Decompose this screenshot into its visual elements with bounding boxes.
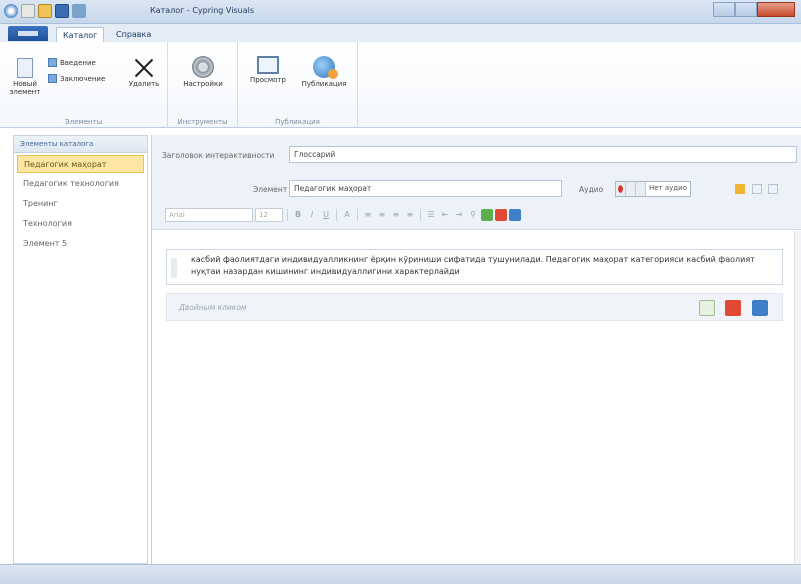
audio-settings-icon[interactable]: [768, 184, 778, 194]
content-editor: касбий фаолиятдаги индивидуалликнинг ёрқ…: [152, 231, 795, 564]
new-element-button[interactable]: Новый элемент: [8, 58, 42, 96]
save-icon[interactable]: [55, 4, 69, 18]
outdent-icon[interactable]: ⇤: [439, 209, 451, 221]
group-label-tools: Инструменты: [177, 118, 228, 126]
bullet-list-icon[interactable]: ☰: [425, 209, 437, 221]
element-label: Элемент: [253, 185, 288, 194]
audio-status: Нет аудио: [646, 182, 690, 196]
underline-icon[interactable]: U: [320, 209, 332, 221]
italic-icon[interactable]: I: [306, 209, 318, 221]
tab-catalog[interactable]: Каталог: [56, 27, 105, 42]
audio-list-icon[interactable]: [752, 184, 762, 194]
indent-icon[interactable]: ⇥: [453, 209, 465, 221]
paragraph-text[interactable]: касбий фаолиятдаги индивидуалликнинг ёрқ…: [191, 254, 772, 278]
introduction-button[interactable]: Введение: [48, 58, 96, 67]
drag-handle[interactable]: [171, 258, 177, 278]
element-name-input[interactable]: Педагогик маҳорат: [289, 180, 562, 197]
delete-icon: [133, 56, 155, 78]
catalog-elements-panel: Элементы каталога Педагогик маҳорат Педа…: [13, 135, 148, 564]
group-label-elements: Элементы: [64, 118, 103, 126]
introduction-icon: [48, 58, 57, 67]
vertical-scrollbar[interactable]: [794, 231, 801, 564]
formatting-toolbar: Arial 12 B I U A ≡ ≡ ≡ ≡ ☰ ⇤ ⇥ ⚲: [165, 207, 521, 223]
new-document-icon[interactable]: [21, 4, 35, 18]
minimize-button[interactable]: [713, 2, 735, 17]
group-tools: Настройки Инструменты: [168, 42, 238, 128]
audio-label: Аудио: [579, 185, 604, 194]
interactivity-title-label: Заголовок интерактивности: [162, 151, 275, 160]
editor-panel: Заголовок интерактивности Глоссарий Элем…: [151, 135, 801, 564]
delete-button[interactable]: Удалить: [128, 56, 160, 88]
publish-button[interactable]: Публикация: [298, 56, 350, 88]
tab-help[interactable]: Справка: [110, 27, 157, 42]
link-icon[interactable]: ⚲: [467, 209, 479, 221]
close-window-button[interactable]: [757, 2, 795, 17]
gear-icon: [192, 56, 214, 78]
group-label-publish: Публикация: [275, 118, 320, 126]
sidebar-item-pedagogical-mastery[interactable]: Педагогик маҳорат: [17, 155, 144, 173]
record-icon[interactable]: [616, 182, 626, 196]
sidebar-item-technology[interactable]: Технология: [17, 215, 144, 233]
group-publish: Просмотр Публикация Публикация: [238, 42, 358, 128]
add-block-bar[interactable]: Двойным кликом: [166, 293, 783, 321]
preview-icon: [257, 56, 279, 74]
font-family-select[interactable]: Arial: [165, 208, 253, 222]
text-block[interactable]: касбий фаолиятдаги индивидуалликнинг ёрқ…: [166, 249, 783, 285]
sidebar-item-pedagogical-technology[interactable]: Педагогик технология: [17, 175, 144, 193]
preview-button[interactable]: Просмотр: [246, 56, 290, 84]
publish-icon: [313, 56, 338, 79]
edit-audio-icon[interactable]: [735, 184, 745, 194]
add-block-placeholder: Двойным кликом: [179, 303, 247, 312]
align-left-icon[interactable]: ≡: [362, 209, 374, 221]
open-folder-icon[interactable]: [38, 4, 52, 18]
font-size-select[interactable]: 12: [255, 208, 283, 222]
insert-image-icon[interactable]: [495, 209, 507, 221]
add-image-icon[interactable]: [725, 300, 741, 316]
new-element-icon: [17, 58, 33, 78]
ribbon-tabs: Каталог Справка: [0, 24, 801, 42]
conclusion-button[interactable]: Заключение: [48, 74, 105, 83]
element-properties: Заголовок интерактивности Глоссарий Элем…: [152, 135, 801, 230]
bold-icon[interactable]: B: [292, 209, 304, 221]
undo-icon[interactable]: [72, 4, 86, 18]
window-controls: [713, 2, 795, 17]
play-icon[interactable]: [626, 182, 636, 196]
audio-control: Нет аудио: [615, 181, 691, 197]
insert-text-icon[interactable]: [481, 209, 493, 221]
font-color-icon[interactable]: A: [341, 209, 353, 221]
interactivity-title-input[interactable]: Глоссарий: [289, 146, 797, 163]
status-bar: [0, 564, 801, 584]
window-title: Каталог - Сypring Visuals: [150, 6, 254, 15]
group-elements: Новый элемент Введение Заключение Удалит…: [0, 42, 168, 128]
stop-icon[interactable]: [636, 182, 646, 196]
sidebar-header: Элементы каталога: [14, 136, 147, 153]
conclusion-icon: [48, 74, 57, 83]
title-bar: Каталог - Сypring Visuals: [0, 0, 801, 24]
app-logo-icon[interactable]: [4, 4, 18, 18]
align-center-icon[interactable]: ≡: [376, 209, 388, 221]
align-right-icon[interactable]: ≡: [390, 209, 402, 221]
quick-access-toolbar: [4, 4, 86, 18]
align-justify-icon[interactable]: ≡: [404, 209, 416, 221]
add-table-icon[interactable]: [752, 300, 768, 316]
settings-button[interactable]: Настройки: [180, 56, 226, 88]
sidebar-item-element-5[interactable]: Элемент 5: [17, 235, 144, 253]
file-menu-button[interactable]: [8, 26, 48, 41]
sidebar-item-training[interactable]: Тренинг: [17, 195, 144, 213]
ribbon: Новый элемент Введение Заключение Удалит…: [0, 42, 801, 128]
insert-table-icon[interactable]: [509, 209, 521, 221]
maximize-button[interactable]: [735, 2, 757, 17]
add-text-icon[interactable]: [699, 300, 715, 316]
